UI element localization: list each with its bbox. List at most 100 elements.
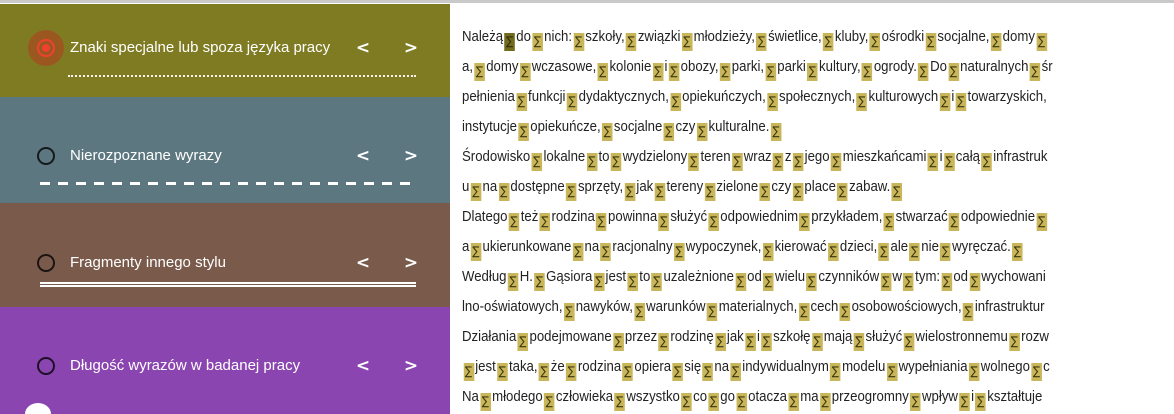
special-char-marker[interactable]: ∑ bbox=[759, 183, 771, 201]
special-char-marker[interactable]: ∑ bbox=[566, 363, 577, 381]
special-char-marker[interactable]: ∑ bbox=[625, 33, 637, 51]
special-char-marker[interactable]: ∑ bbox=[910, 393, 921, 411]
special-char-marker[interactable]: ∑ bbox=[519, 63, 531, 81]
special-char-marker[interactable]: ∑ bbox=[613, 333, 624, 351]
special-char-marker[interactable]: ∑ bbox=[770, 123, 782, 141]
special-char-marker[interactable]: ∑ bbox=[668, 63, 680, 81]
special-char-marker[interactable]: ∑ bbox=[1012, 243, 1023, 261]
special-char-marker[interactable]: ∑ bbox=[955, 93, 967, 111]
special-char-marker[interactable]: ∑ bbox=[470, 183, 482, 201]
special-char-marker[interactable]: ∑ bbox=[708, 393, 719, 411]
special-char-marker[interactable]: ∑ bbox=[670, 93, 681, 111]
special-char-marker[interactable]: ∑ bbox=[586, 153, 598, 171]
special-char-marker[interactable]: ∑ bbox=[807, 63, 818, 81]
special-char-marker[interactable]: ∑ bbox=[480, 393, 491, 411]
special-char-marker[interactable]: ∑ bbox=[715, 333, 726, 351]
special-char-marker[interactable]: ∑ bbox=[730, 363, 741, 381]
special-char-marker[interactable]: ∑ bbox=[819, 393, 831, 411]
special-char-marker[interactable]: ∑ bbox=[798, 303, 810, 321]
special-char-marker[interactable]: ∑ bbox=[975, 393, 986, 411]
special-char-marker[interactable]: ∑ bbox=[596, 213, 607, 231]
special-char-marker[interactable]: ∑ bbox=[508, 213, 520, 231]
category-unrecognized-words[interactable]: Nierozpoznane wyrazy < > bbox=[0, 97, 450, 203]
special-char-marker[interactable]: ∑ bbox=[762, 243, 774, 261]
special-char-marker[interactable]: ∑ bbox=[941, 273, 952, 291]
special-char-marker[interactable]: ∑ bbox=[681, 393, 692, 411]
special-char-marker[interactable]: ∑ bbox=[806, 273, 818, 291]
special-char-marker[interactable]: ∑ bbox=[652, 63, 664, 81]
special-char-marker[interactable]: ∑ bbox=[940, 243, 951, 261]
prev-arrow-button[interactable]: < bbox=[353, 145, 373, 167]
special-char-marker[interactable]: ∑ bbox=[1029, 63, 1041, 81]
special-char-marker[interactable]: ∑ bbox=[544, 393, 555, 411]
special-char-marker[interactable]: ∑ bbox=[624, 183, 636, 201]
category-special-characters[interactable]: Znaki specjalne lub spoza języka pracy <… bbox=[0, 4, 450, 97]
special-char-marker[interactable]: ∑ bbox=[572, 243, 584, 261]
next-arrow-button[interactable]: > bbox=[401, 37, 421, 59]
special-char-marker[interactable]: ∑ bbox=[704, 183, 716, 201]
special-char-marker[interactable]: ∑ bbox=[837, 183, 848, 201]
special-char-marker[interactable]: ∑ bbox=[504, 33, 515, 51]
special-char-marker[interactable]: ∑ bbox=[566, 183, 577, 201]
special-char-marker[interactable]: ∑ bbox=[792, 153, 804, 171]
prev-arrow-button[interactable]: < bbox=[353, 37, 373, 59]
radio-unrecognized-words[interactable] bbox=[37, 147, 55, 165]
special-char-marker[interactable]: ∑ bbox=[886, 363, 898, 381]
special-char-marker[interactable]: ∑ bbox=[968, 363, 980, 381]
special-char-marker[interactable]: ∑ bbox=[772, 153, 784, 171]
special-char-marker[interactable]: ∑ bbox=[538, 363, 550, 381]
special-char-marker[interactable]: ∑ bbox=[651, 273, 663, 291]
special-char-marker[interactable]: ∑ bbox=[622, 363, 634, 381]
special-char-marker[interactable]: ∑ bbox=[735, 273, 746, 291]
slider-knob[interactable] bbox=[25, 403, 51, 414]
special-char-marker[interactable]: ∑ bbox=[702, 363, 714, 381]
special-char-marker[interactable]: ∑ bbox=[761, 333, 772, 351]
special-char-marker[interactable]: ∑ bbox=[767, 93, 778, 111]
special-char-marker[interactable]: ∑ bbox=[927, 153, 939, 171]
special-char-marker[interactable]: ∑ bbox=[517, 333, 529, 351]
category-word-length[interactable]: Długość wyrazów w badanej pracy < > bbox=[0, 307, 450, 414]
special-char-marker[interactable]: ∑ bbox=[856, 93, 868, 111]
next-arrow-button[interactable]: > bbox=[401, 252, 421, 274]
special-char-marker[interactable]: ∑ bbox=[539, 213, 551, 231]
special-char-marker[interactable]: ∑ bbox=[534, 273, 545, 291]
special-char-marker[interactable]: ∑ bbox=[1036, 33, 1047, 51]
special-char-marker[interactable]: ∑ bbox=[672, 363, 683, 381]
special-char-marker[interactable]: ∑ bbox=[706, 303, 718, 321]
category-other-style-fragments[interactable]: Fragmenty innego stylu < > bbox=[0, 203, 450, 307]
special-char-marker[interactable]: ∑ bbox=[883, 213, 895, 231]
special-char-marker[interactable]: ∑ bbox=[869, 33, 881, 51]
special-char-marker[interactable]: ∑ bbox=[627, 273, 638, 291]
special-char-marker[interactable]: ∑ bbox=[943, 153, 955, 171]
special-char-marker[interactable]: ∑ bbox=[891, 183, 903, 201]
special-char-marker[interactable]: ∑ bbox=[597, 63, 609, 81]
special-char-marker[interactable]: ∑ bbox=[593, 273, 605, 291]
special-char-marker[interactable]: ∑ bbox=[1009, 333, 1020, 351]
special-char-marker[interactable]: ∑ bbox=[962, 303, 974, 321]
special-char-marker[interactable]: ∑ bbox=[811, 333, 823, 351]
special-char-marker[interactable]: ∑ bbox=[573, 33, 584, 51]
special-char-marker[interactable]: ∑ bbox=[518, 123, 529, 141]
special-char-marker[interactable]: ∑ bbox=[681, 33, 693, 51]
special-char-marker[interactable]: ∑ bbox=[948, 63, 959, 81]
special-char-marker[interactable]: ∑ bbox=[507, 273, 519, 291]
special-char-marker[interactable]: ∑ bbox=[792, 183, 804, 201]
special-char-marker[interactable]: ∑ bbox=[708, 213, 719, 231]
radio-special-characters[interactable] bbox=[37, 39, 55, 57]
special-char-marker[interactable]: ∑ bbox=[990, 33, 1002, 51]
special-char-marker[interactable]: ∑ bbox=[763, 273, 774, 291]
special-char-marker[interactable]: ∑ bbox=[663, 123, 675, 141]
prev-arrow-button[interactable]: < bbox=[353, 355, 373, 377]
special-char-marker[interactable]: ∑ bbox=[788, 393, 799, 411]
special-char-marker[interactable]: ∑ bbox=[878, 243, 890, 261]
special-char-marker[interactable]: ∑ bbox=[634, 303, 645, 321]
next-arrow-button[interactable]: > bbox=[401, 145, 421, 167]
special-char-marker[interactable]: ∑ bbox=[949, 213, 960, 231]
special-char-marker[interactable]: ∑ bbox=[696, 123, 708, 141]
special-char-marker[interactable]: ∑ bbox=[830, 363, 841, 381]
special-char-marker[interactable]: ∑ bbox=[614, 393, 626, 411]
special-char-marker[interactable]: ∑ bbox=[909, 243, 920, 261]
special-char-marker[interactable]: ∑ bbox=[1036, 213, 1047, 231]
special-char-marker[interactable]: ∑ bbox=[654, 183, 666, 201]
special-char-marker[interactable]: ∑ bbox=[736, 393, 747, 411]
